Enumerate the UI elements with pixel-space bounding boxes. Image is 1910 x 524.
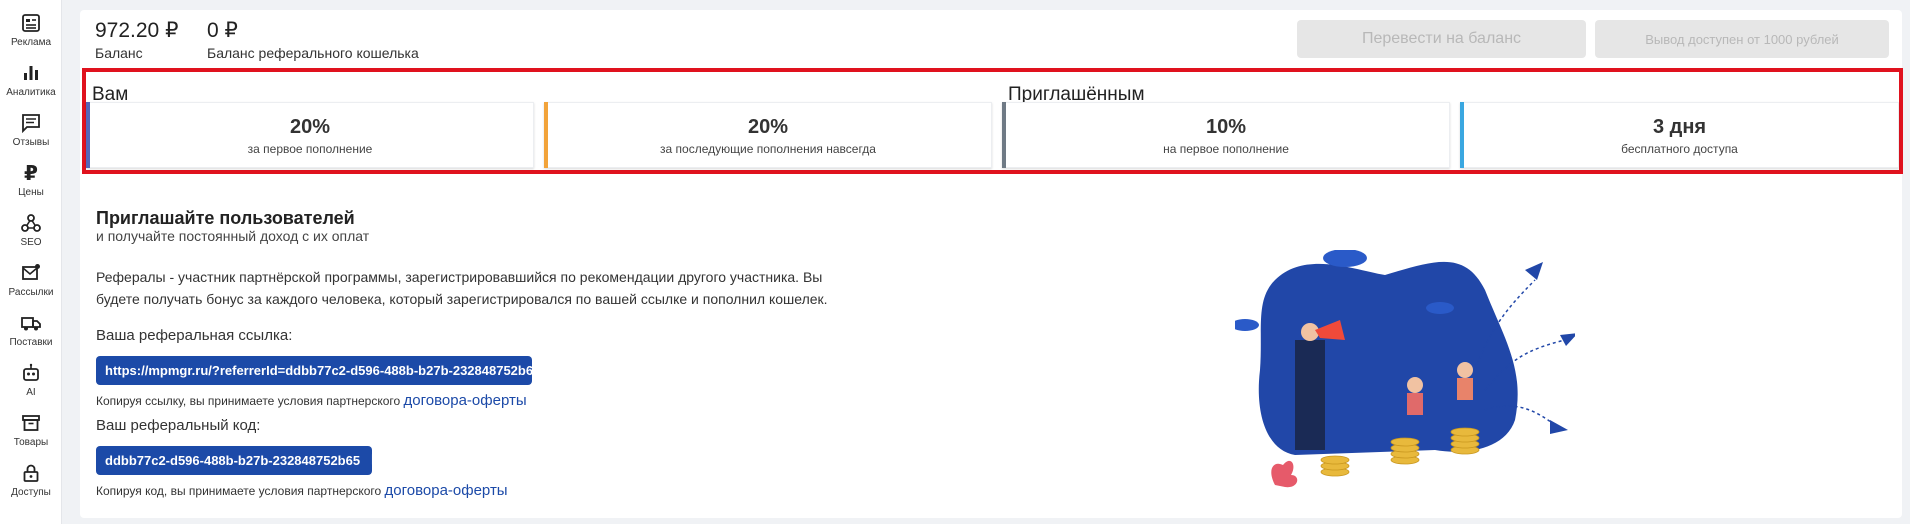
sidebar-item-label: Доступы bbox=[11, 487, 51, 498]
bonus-card-description: за первое пополнение bbox=[247, 142, 373, 156]
bonus-card-description: бесплатного доступа bbox=[1621, 142, 1738, 156]
sidebar-item-reviews[interactable]: Отзывы bbox=[0, 108, 62, 158]
sidebar-item-access[interactable]: Доступы bbox=[0, 458, 62, 508]
referral-code-note: Копируя код, вы принимаете условия партн… bbox=[96, 482, 508, 499]
referral-balance: 0 ₽ Баланс реферального кошелька bbox=[207, 18, 419, 61]
bonus-card: 20% за последующие пополнения навсегда bbox=[544, 102, 992, 168]
referral-description: Рефералы - участник партнёрской программ… bbox=[96, 269, 828, 307]
sidebar-item-label: Цены bbox=[18, 187, 44, 198]
ruble-icon: ₽ bbox=[24, 162, 38, 185]
bonus-card-accent bbox=[544, 102, 548, 168]
sidebar-item-analytics[interactable]: Аналитика bbox=[0, 58, 62, 108]
sidebar: Реклама Аналитика Отзывы ₽ Цены SEO Расс… bbox=[0, 0, 62, 524]
sidebar-item-label: Поставки bbox=[9, 337, 53, 348]
comment-icon bbox=[20, 112, 42, 134]
referral-code-note-text: Копируя код, вы принимаете условия партн… bbox=[96, 484, 385, 498]
bonus-card-accent bbox=[86, 102, 90, 168]
copy-icon[interactable] bbox=[550, 362, 566, 380]
bonus-card-value: 10% bbox=[1205, 116, 1247, 138]
sidebar-item-label: Аналитика bbox=[6, 87, 56, 98]
bonus-card-accent bbox=[1460, 102, 1464, 168]
withdraw-button[interactable]: Вывод доступен от 1000 рублей bbox=[1595, 20, 1889, 58]
main-balance: 972.20 ₽ Баланс bbox=[95, 18, 178, 61]
referral-illustration bbox=[1235, 250, 1575, 488]
referral-balance-caption: Баланс реферального кошелька bbox=[207, 45, 419, 61]
webhook-icon bbox=[20, 212, 42, 234]
referral-link-label: Ваша реферальная ссылка: bbox=[96, 327, 293, 344]
sidebar-item-label: Товары bbox=[13, 437, 49, 448]
invite-subtitle: и получайте постоянный доход с их оплат bbox=[96, 228, 370, 244]
main-balance-value: 972.20 ₽ bbox=[95, 19, 179, 42]
sidebar-item-seo[interactable]: SEO bbox=[0, 208, 62, 258]
referral-panel: 972.20 ₽ Баланс 0 ₽ Баланс реферального … bbox=[80, 10, 1903, 518]
sidebar-item-products[interactable]: Товары bbox=[0, 408, 62, 458]
referral-code-value: ddbb77c2-d596-488b-b27b-232848752b65 bbox=[105, 453, 361, 468]
bonus-card-description: на первое пополнение bbox=[1163, 142, 1289, 156]
bar-chart-icon bbox=[20, 62, 42, 84]
bonus-card: 20% за первое пополнение bbox=[86, 102, 534, 168]
offer-contract-link[interactable]: договора-оферты bbox=[404, 392, 527, 409]
truck-icon bbox=[20, 312, 42, 334]
referral-code-copy-button[interactable]: ddbb77c2-d596-488b-b27b-232848752b65 bbox=[96, 446, 385, 475]
bonus-card-value: 20% bbox=[747, 116, 789, 138]
bonus-conditions-section: Вам Приглашённым 20% за первое пополнени… bbox=[82, 68, 1903, 174]
sidebar-item-label: SEO bbox=[20, 237, 42, 248]
sidebar-item-label: Отзывы bbox=[12, 137, 50, 148]
bonus-card-description: за последующие пополнения навсегда bbox=[660, 142, 876, 156]
bonus-card-value: 20% bbox=[289, 116, 331, 138]
invite-title: Приглашайте пользователей bbox=[96, 208, 355, 228]
archive-box-icon bbox=[20, 412, 42, 434]
referral-code-label: Ваш реферальный код: bbox=[96, 417, 261, 434]
robot-icon bbox=[20, 362, 42, 384]
mail-icon bbox=[20, 262, 42, 284]
sidebar-item-label: Реклама bbox=[10, 37, 52, 48]
bonus-card: 3 дня бесплатного доступа bbox=[1460, 102, 1899, 168]
transfer-to-balance-button[interactable]: Перевести на баланс bbox=[1297, 20, 1586, 58]
referral-link-note: Копируя ссылку, вы принимаете условия па… bbox=[96, 392, 527, 409]
sidebar-item-label: AI bbox=[26, 387, 36, 398]
sidebar-item-ads[interactable]: Реклама bbox=[0, 8, 62, 58]
referral-balance-value: 0 ₽ bbox=[207, 19, 238, 42]
sidebar-item-prices[interactable]: ₽ Цены bbox=[0, 158, 62, 208]
referral-link-note-text: Копируя ссылку, вы принимаете условия па… bbox=[96, 394, 404, 408]
sidebar-item-supplies[interactable]: Поставки bbox=[0, 308, 62, 358]
offer-contract-link[interactable]: договора-оферты bbox=[385, 482, 508, 499]
referral-link-copy-button[interactable]: https://mpmgr.ru/?referrerId=ddbb77c2-d5… bbox=[96, 356, 565, 385]
sidebar-item-mailings[interactable]: Рассылки bbox=[0, 258, 62, 308]
ad-board-icon bbox=[20, 12, 42, 34]
referral-link-value: https://mpmgr.ru/?referrerId=ddbb77c2-d5… bbox=[105, 363, 541, 378]
main-balance-caption: Баланс bbox=[95, 45, 143, 61]
bonus-card: 10% на первое пополнение bbox=[1002, 102, 1450, 168]
sidebar-item-ai[interactable]: AI bbox=[0, 358, 62, 408]
bonus-card-value: 3 дня bbox=[1652, 116, 1707, 138]
bonus-card-accent bbox=[1002, 102, 1006, 168]
sidebar-item-label: Рассылки bbox=[8, 287, 54, 298]
lock-icon bbox=[20, 462, 42, 484]
copy-icon[interactable] bbox=[370, 452, 386, 470]
